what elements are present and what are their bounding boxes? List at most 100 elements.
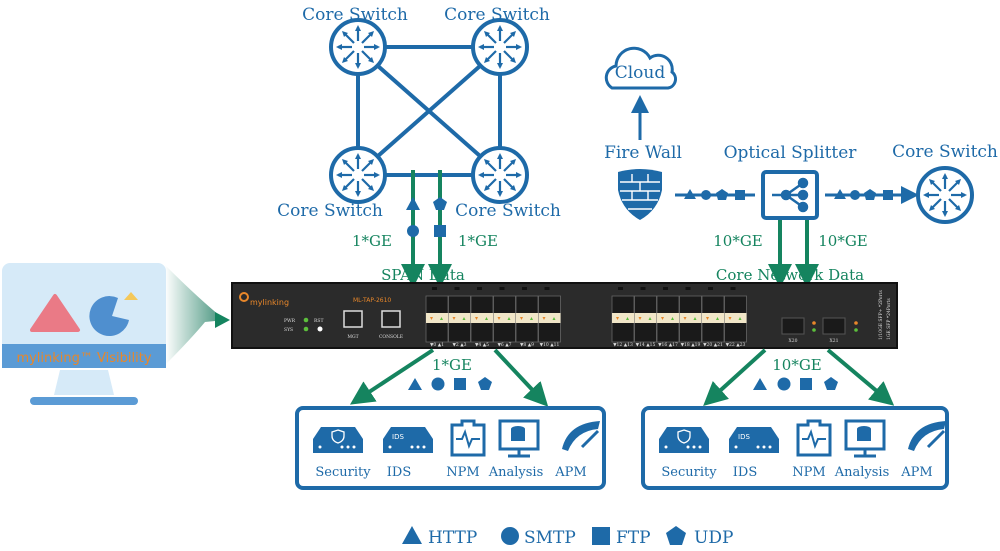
sfp-port-led-strip bbox=[426, 313, 448, 323]
uplink-port-x21[interactable] bbox=[822, 317, 846, 335]
link-speed-label: 1*GE bbox=[352, 232, 392, 250]
tool-label-ids: IDS bbox=[733, 465, 757, 480]
mgt-port[interactable] bbox=[343, 310, 363, 328]
port-pair-label: ▼14 ▲15 bbox=[636, 342, 656, 348]
visibility-monitor: mylinking™ Visibility bbox=[2, 263, 230, 405]
pwr-led bbox=[303, 317, 309, 323]
tool-label-analysis: Analysis bbox=[488, 465, 544, 480]
port-pair-label: ▼2 ▲3 bbox=[452, 342, 466, 348]
legend-label: UDP bbox=[694, 528, 733, 548]
sfp-port-led-strip bbox=[702, 313, 724, 323]
ids-badge: IDS bbox=[392, 433, 404, 441]
sfp-port-bank-right: ▼12 ▲13 ▼14 ▲15 ▼16 ▲17 ▼18 ▲19 ▼20 ▲21 ▼22 ▲… bbox=[611, 287, 747, 348]
ftp-square-icon bbox=[592, 527, 610, 545]
port-pair-label: ▼0 ▲1 bbox=[430, 342, 444, 348]
tool-label-security: Security bbox=[661, 465, 717, 480]
port-pair-label: ▼4 ▲5 bbox=[475, 342, 489, 348]
optical-splitter-icon bbox=[761, 170, 819, 220]
link-speed-label: 10*GE bbox=[713, 232, 763, 250]
reset-button[interactable] bbox=[317, 326, 323, 332]
core-switch-label: Core Switch bbox=[302, 5, 408, 25]
sfp-port-led-strip bbox=[679, 313, 702, 323]
tool-label-npm: NPM bbox=[792, 465, 825, 480]
port-pair-label: ▼6 ▲7 bbox=[497, 342, 511, 348]
led-label: RST bbox=[314, 318, 323, 324]
link-speed-label: 10*GE bbox=[772, 356, 822, 374]
sfp-port-led-strip bbox=[516, 313, 538, 323]
sfp-port-bank-left: ▼0 ▲1 ▼2 ▲3 ▼4 ▲5 ▼6 ▲7 ▼8 ▲9 ▼10 ▲11 bbox=[425, 287, 561, 348]
tool-label-analysis: Analysis bbox=[834, 465, 890, 480]
led-label: SYS bbox=[284, 327, 293, 333]
udp-pentagon-icon bbox=[666, 526, 686, 545]
core-switch-label: Core Switch bbox=[455, 201, 561, 221]
network-visibility-diagram: Core Switch Core Switch Core Switch Core… bbox=[0, 0, 1000, 551]
port-pair-label: ▼18 ▲19 bbox=[681, 342, 701, 348]
sfp-port-led-strip bbox=[471, 313, 493, 323]
firewall-label: Fire Wall bbox=[604, 143, 682, 163]
smtp-circle-icon bbox=[501, 527, 519, 545]
core-switch-label: Core Switch bbox=[892, 142, 998, 162]
port-label: X20 bbox=[789, 338, 798, 344]
core-network-chain: Cloud Fire Wall Optical Splitter Core Sw… bbox=[604, 46, 998, 288]
led-label: PWR bbox=[284, 318, 296, 324]
udp-pentagon-icon bbox=[433, 197, 447, 210]
firewall-shield-icon bbox=[618, 169, 662, 220]
core-switch-icon bbox=[916, 166, 974, 224]
core-switch-icon bbox=[471, 146, 529, 204]
core-switch-label: Core Switch bbox=[444, 5, 550, 25]
ids-badge: IDS bbox=[738, 433, 750, 441]
sfp-port-led-strip bbox=[448, 313, 471, 323]
brand-name: mylinking bbox=[250, 298, 289, 307]
core-switch-icon bbox=[471, 18, 529, 76]
legend-label: HTTP bbox=[428, 528, 477, 548]
link-speed-label: 10*GE bbox=[818, 232, 868, 250]
tool-label-npm: NPM bbox=[446, 465, 479, 480]
arrow-icon bbox=[215, 312, 230, 328]
optical-splitter-label: Optical Splitter bbox=[724, 143, 858, 163]
sfp-port-led-strip bbox=[538, 313, 561, 323]
cloud-label: Cloud bbox=[615, 63, 666, 83]
core-network-data-caption: Core Network Data bbox=[716, 266, 864, 284]
core-switch-icon bbox=[329, 18, 387, 76]
sfp-port-led-strip bbox=[657, 313, 679, 323]
device-spec-text: 1GE SFP *24Ports bbox=[886, 298, 892, 340]
port-label: MGT bbox=[347, 334, 358, 340]
tool-label-apm: APM bbox=[554, 465, 586, 480]
device-spec-text: 1/10GE SFP+ *2Ports bbox=[878, 290, 884, 340]
sfp-port-led-strip bbox=[612, 313, 634, 323]
console-port[interactable] bbox=[381, 310, 401, 328]
core-switch-label: Core Switch bbox=[277, 201, 383, 221]
visibility-label: mylinking™ Visibility bbox=[16, 351, 151, 366]
port-label: CONSOLE bbox=[379, 334, 403, 340]
port-pair-label: ▼22 ▲23 bbox=[726, 342, 746, 348]
core-switch-mesh: Core Switch Core Switch Core Switch Core… bbox=[277, 5, 561, 288]
legend-label: FTP bbox=[616, 528, 651, 548]
span-data-caption: SPAN Data bbox=[381, 266, 465, 284]
traffic-link-firewall-splitter bbox=[675, 189, 755, 200]
core-switch-icon bbox=[329, 146, 387, 204]
output-left: 1*GE IDS Security IDS NPM Analysis APM bbox=[295, 348, 606, 490]
http-triangle-icon bbox=[402, 526, 422, 544]
port-pair-label: ▼10 ▲11 bbox=[540, 342, 560, 348]
port-pair-label: ▼8 ▲9 bbox=[520, 342, 534, 348]
link-speed-label: 1*GE bbox=[432, 356, 472, 374]
model-name: ML-TAP-2610 bbox=[353, 297, 391, 304]
legend: HTTP SMTP FTP UDP bbox=[402, 526, 733, 548]
tool-label-security: Security bbox=[315, 465, 371, 480]
link-speed-label: 1*GE bbox=[458, 232, 498, 250]
port-label: X21 bbox=[830, 338, 839, 344]
port-pair-label: ▼12 ▲13 bbox=[613, 342, 633, 348]
tool-label-apm: APM bbox=[900, 465, 932, 480]
port-pair-label: ▼20 ▲21 bbox=[703, 342, 723, 348]
sfp-port-led-strip bbox=[724, 313, 747, 323]
traffic-link-splitter-switch bbox=[825, 186, 919, 204]
port-pair-label: ▼16 ▲17 bbox=[658, 342, 678, 348]
ftp-square-icon bbox=[434, 225, 446, 237]
network-tap-device: mylinking ML-TAP-2610 PWR SYS RST MGT CO… bbox=[231, 282, 898, 349]
output-right: 10*GE IDS Security IDS NPM Analysis APM bbox=[641, 348, 949, 490]
uplink-port-x20[interactable] bbox=[781, 317, 805, 335]
sfp-port-led-strip bbox=[493, 313, 516, 323]
http-triangle-icon bbox=[406, 197, 420, 210]
sfp-port-led-strip bbox=[634, 313, 657, 323]
smtp-circle-icon bbox=[407, 225, 419, 237]
